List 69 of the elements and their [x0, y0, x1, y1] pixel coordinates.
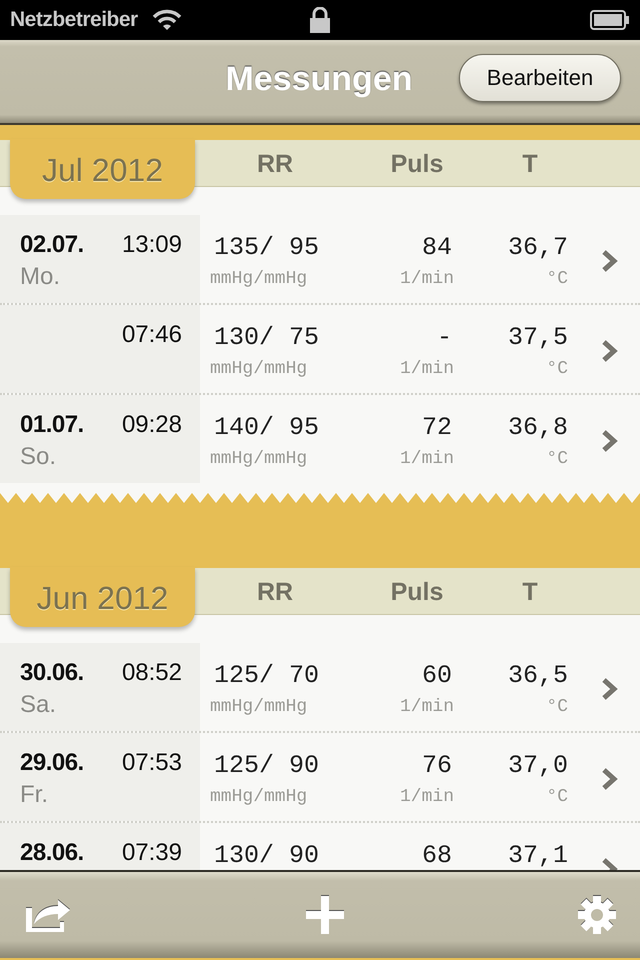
- blood-pressure-value: 140/ 95: [214, 413, 320, 442]
- pulse-unit: 1/min: [400, 269, 454, 289]
- blood-pressure-unit: mmHg/mmHg: [210, 269, 308, 289]
- temperature-unit: °C: [546, 269, 568, 289]
- pulse-unit: 1/min: [400, 697, 454, 717]
- temperature-value: 37,0: [508, 751, 568, 780]
- column-header: RR: [256, 150, 294, 179]
- temperature-unit: °C: [546, 787, 568, 807]
- column-header: Puls: [390, 578, 444, 607]
- time-text: 07:46: [122, 321, 182, 349]
- settings-icon[interactable]: [578, 896, 616, 934]
- add-icon[interactable]: [306, 896, 344, 934]
- blood-pressure-unit: mmHg/mmHg: [210, 359, 308, 379]
- date-text: 02.07.: [20, 231, 84, 259]
- time-text: 08:52: [122, 659, 182, 687]
- pulse-value: 68: [422, 841, 452, 870]
- time-text: 13:09: [122, 231, 182, 259]
- chevron-icon[interactable]: [601, 429, 619, 453]
- blood-pressure-unit: mmHg/mmHg: [210, 449, 308, 469]
- blood-pressure-value: 130/ 90: [214, 841, 320, 870]
- pulse-unit: 1/min: [400, 449, 454, 469]
- chevron-icon[interactable]: [601, 339, 619, 363]
- date-text: 29.06.: [20, 749, 84, 777]
- month-tab[interactable]: Jul 2012: [10, 139, 195, 199]
- temperature-value: 36,7: [508, 233, 568, 262]
- pulse-unit: 1/min: [400, 787, 454, 807]
- temperature-unit: °C: [546, 359, 568, 379]
- lock-icon: [309, 7, 331, 33]
- weekday-text: So.: [20, 443, 56, 471]
- pulse-value: 72: [422, 413, 452, 442]
- weekday-text: Fr.: [20, 781, 48, 809]
- column-header: RR: [256, 578, 294, 607]
- date-text: 30.06.: [20, 659, 84, 687]
- blood-pressure-value: 135/ 95: [214, 233, 320, 262]
- chevron-icon[interactable]: [601, 249, 619, 273]
- temperature-value: 36,8: [508, 413, 568, 442]
- blood-pressure-unit: mmHg/mmHg: [210, 697, 308, 717]
- column-header: T: [522, 578, 538, 607]
- pulse-value: -: [436, 323, 452, 352]
- pulse-value: 84: [422, 233, 452, 262]
- month-tab[interactable]: Jun 2012: [10, 567, 195, 627]
- pulse-value: 76: [422, 751, 452, 780]
- weekday-text: Sa.: [20, 691, 56, 719]
- date-text: 28.06.: [20, 839, 84, 867]
- time-text: 07:53: [122, 749, 182, 777]
- carrier-name: Netzbetreiber: [10, 8, 138, 32]
- blood-pressure-value: 130/ 75: [214, 323, 320, 352]
- weekday-text: Mo.: [20, 263, 60, 291]
- temperature-unit: °C: [546, 697, 568, 717]
- column-header: Puls: [390, 150, 444, 179]
- temperature-value: 37,1: [508, 841, 568, 870]
- blood-pressure-value: 125/ 90: [214, 751, 320, 780]
- time-text: 07:39: [122, 839, 182, 867]
- chevron-icon[interactable]: [601, 677, 619, 701]
- screen-title: Messungen: [225, 60, 413, 98]
- date-text: 01.07.: [20, 411, 84, 439]
- battery-icon: [590, 10, 630, 30]
- chevron-icon[interactable]: [601, 767, 619, 791]
- blood-pressure-unit: mmHg/mmHg: [210, 787, 308, 807]
- time-text: 09:28: [122, 411, 182, 439]
- wifi-icon: [152, 9, 182, 31]
- blood-pressure-value: 125/ 70: [214, 661, 320, 690]
- pulse-value: 60: [422, 661, 452, 690]
- temperature-value: 37,5: [508, 323, 568, 352]
- edit-button[interactable]: Bearbeiten: [459, 54, 621, 102]
- pulse-unit: 1/min: [400, 359, 454, 379]
- temperature-value: 36,5: [508, 661, 568, 690]
- temperature-unit: °C: [546, 449, 568, 469]
- column-header: T: [522, 150, 538, 179]
